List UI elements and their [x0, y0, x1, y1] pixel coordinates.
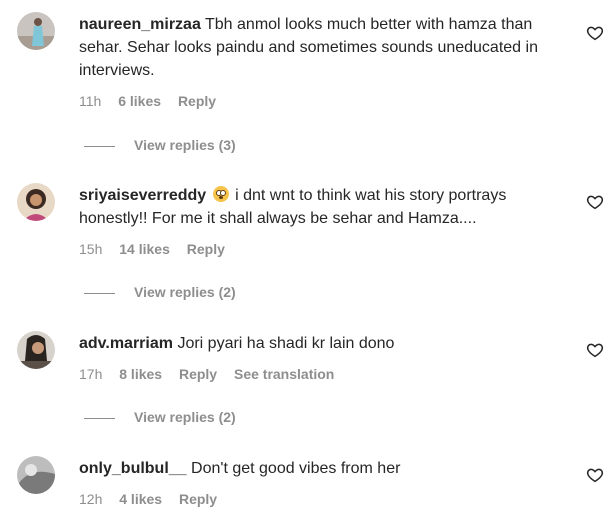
- avatar[interactable]: [17, 183, 55, 221]
- comment-time: 11h: [79, 93, 102, 109]
- view-replies-label: View replies (2): [134, 409, 236, 425]
- like-icon[interactable]: [586, 466, 604, 484]
- reply-button[interactable]: Reply: [187, 241, 225, 257]
- comment-username[interactable]: naureen_mirzaa: [79, 16, 201, 33]
- replies-divider: [84, 292, 115, 294]
- avatar[interactable]: [17, 12, 55, 50]
- like-icon[interactable]: [586, 193, 604, 211]
- comment-text: Jori pyari ha shadi kr lain dono: [177, 335, 395, 352]
- flushed-face-emoji-icon: [212, 186, 229, 202]
- avatar[interactable]: [17, 456, 55, 494]
- comment-username[interactable]: sriyaiseverreddy: [79, 187, 206, 204]
- like-icon[interactable]: [586, 24, 604, 42]
- comment-likes[interactable]: 8 likes: [119, 366, 162, 382]
- see-translation-button[interactable]: See translation: [234, 366, 334, 382]
- like-icon[interactable]: [586, 341, 604, 359]
- comment-username[interactable]: only_bulbul__: [79, 460, 187, 477]
- view-replies-button[interactable]: View replies (3): [84, 137, 236, 153]
- comment-likes[interactable]: 14 likes: [119, 241, 170, 257]
- view-replies-button[interactable]: View replies (2): [84, 409, 236, 425]
- reply-button[interactable]: Reply: [179, 491, 217, 507]
- comment-text: Don't get good vibes from her: [191, 460, 401, 477]
- comment-time: 12h: [79, 491, 103, 507]
- reply-button[interactable]: Reply: [179, 366, 217, 382]
- view-replies-label: View replies (3): [134, 137, 236, 153]
- view-replies-label: View replies (2): [134, 284, 236, 300]
- reply-button[interactable]: Reply: [178, 93, 216, 109]
- replies-divider: [84, 417, 115, 419]
- replies-divider: [84, 145, 115, 147]
- comment-time: 17h: [79, 366, 103, 382]
- comment-username[interactable]: adv.marriam: [79, 335, 173, 352]
- avatar[interactable]: [17, 331, 55, 369]
- view-replies-button[interactable]: View replies (2): [84, 284, 236, 300]
- comment-likes[interactable]: 6 likes: [118, 93, 161, 109]
- comment-likes[interactable]: 4 likes: [119, 491, 162, 507]
- comment-time: 15h: [79, 241, 103, 257]
